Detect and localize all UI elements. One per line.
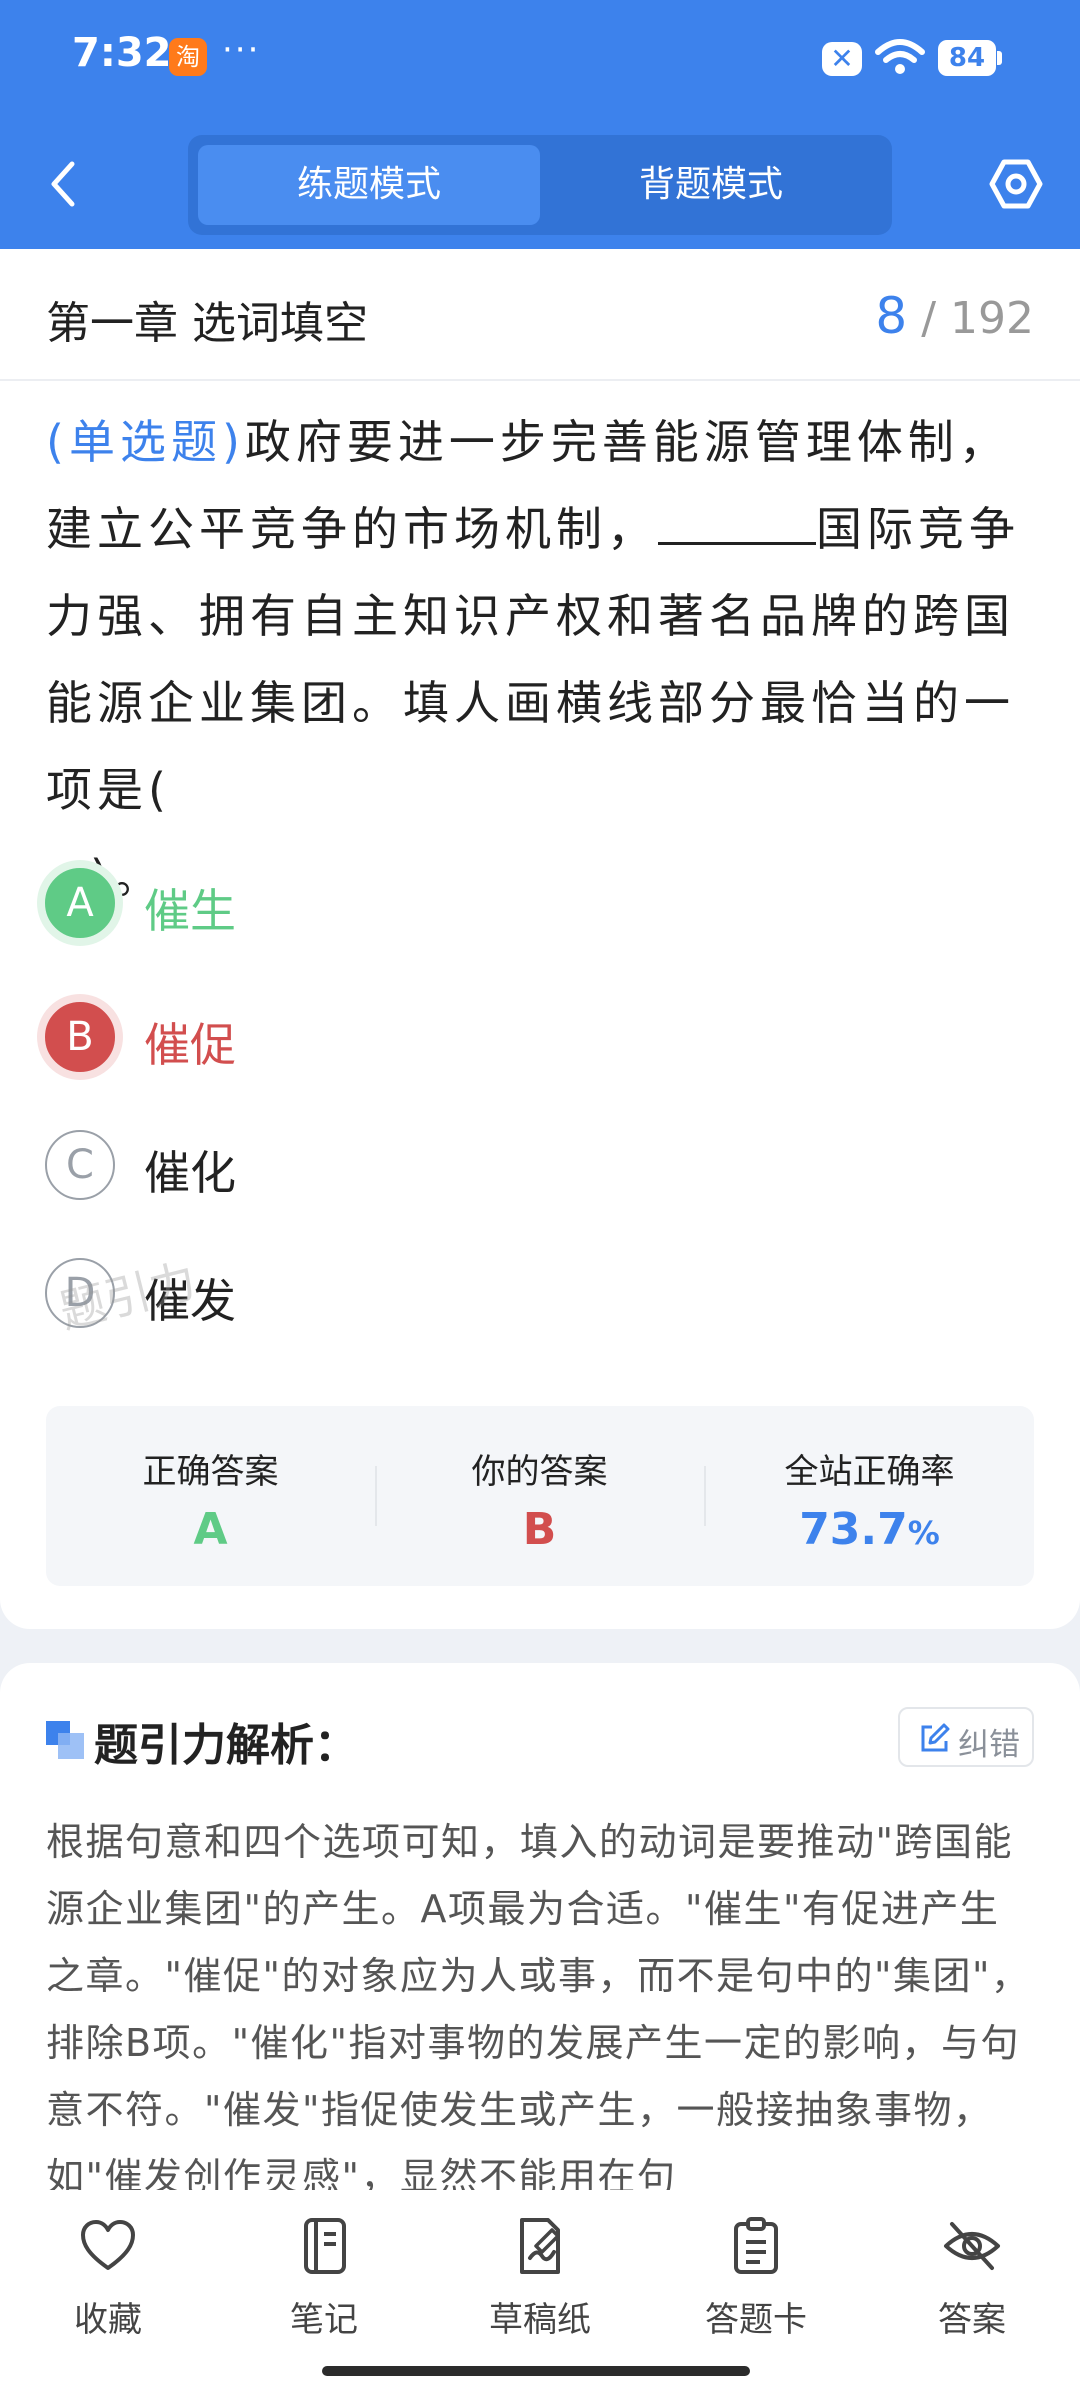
tab-memorize-mode[interactable]: 背题模式 — [540, 145, 882, 225]
option-letter: A — [45, 868, 115, 938]
question-stem: (单选题)政府要进一步完善能源管理体制，建立公平竞争的市场机制， 国际竞争力强、拥… — [46, 399, 1036, 921]
answer-sheet-icon — [734, 2217, 778, 2274]
explanation-body: 根据句意和四个选项可知，填入的动词是要推动"跨国能源企业集团"的产生。A项最为合… — [46, 1820, 1031, 2199]
settings-icon[interactable] — [988, 156, 1044, 212]
option-text: 催生 — [144, 884, 236, 938]
progress-separator: / — [921, 293, 937, 344]
accuracy-label: 全站正确率 — [784, 1452, 955, 1492]
question-blank — [658, 488, 816, 545]
notes-button[interactable]: 笔记 — [244, 2216, 404, 2346]
practice-page: 7:32 淘 ··· ✕ 84 练题模式 背题模式 第一章 选词填空 8 / 1… — [0, 0, 1080, 2400]
chapter-title: 第一章 选词填空 — [46, 298, 368, 349]
answer-sheet-button[interactable]: 答题卡 — [676, 2216, 836, 2346]
current-question-number: 8 — [875, 287, 908, 345]
question-type: (单选题) — [46, 415, 245, 469]
accuracy-unit: % — [907, 1514, 940, 1552]
accuracy-value: 73.7% — [705, 1504, 1034, 1555]
tab-practice-mode[interactable]: 练题模式 — [198, 145, 540, 225]
analysis-icon — [46, 1721, 84, 1759]
option-text: 催化 — [144, 1146, 236, 1200]
correct-answer-block: 正确答案 A — [46, 1406, 375, 1586]
accuracy-block: 全站正确率 73.7% — [705, 1406, 1034, 1586]
heart-icon — [81, 2220, 135, 2270]
draft-paper-icon — [520, 2218, 560, 2274]
status-time: 7:32 — [72, 30, 172, 76]
option-text: 催促 — [144, 1018, 236, 1072]
accuracy-number: 73.7 — [799, 1504, 908, 1555]
wifi-icon — [875, 39, 925, 74]
notebook-icon — [304, 2218, 346, 2274]
home-indicator[interactable] — [322, 2366, 750, 2376]
back-button[interactable] — [42, 156, 86, 212]
option-c[interactable]: C 催化 — [40, 1115, 540, 1215]
your-answer-label: 你的答案 — [471, 1452, 608, 1492]
your-answer-block: 你的答案 B — [375, 1406, 704, 1586]
favorite-label: 收藏 — [74, 2300, 142, 2340]
option-a[interactable]: A 催生 — [40, 853, 540, 953]
answer-summary: 正确答案 A 你的答案 B 全站正确率 73.7% — [46, 1406, 1034, 1586]
taobao-icon: 淘 — [169, 38, 207, 76]
favorite-button[interactable]: 收藏 — [28, 2216, 188, 2346]
option-letter: C — [45, 1130, 115, 1200]
question-progress[interactable]: 8 / 192 — [875, 287, 1034, 345]
answer-sheet-label: 答题卡 — [705, 2300, 807, 2340]
battery-indicator: 84 — [938, 40, 1002, 76]
mode-switch: 练题模式 背题模式 — [188, 135, 892, 235]
option-letter: B — [45, 1002, 115, 1072]
notes-label: 笔记 — [290, 2300, 358, 2340]
close-x-icon: ✕ — [822, 42, 862, 76]
answer-toggle-label: 答案 — [938, 2300, 1006, 2340]
draft-paper-button[interactable]: 草稿纸 — [460, 2216, 620, 2346]
eye-off-icon — [944, 2222, 1000, 2270]
correct-answer-label: 正确答案 — [142, 1452, 279, 1492]
your-answer-value: B — [522, 1504, 557, 1555]
top-bar: 7:32 淘 ··· ✕ 84 练题模式 背题模式 — [0, 0, 1080, 249]
option-b[interactable]: B 催促 — [40, 987, 540, 1087]
report-error-button[interactable]: 纠错 — [898, 1707, 1034, 1767]
answer-toggle-button[interactable]: 答案 — [892, 2216, 1052, 2346]
chapter-header: 第一章 选词填空 8 / 192 — [0, 249, 1080, 381]
draft-paper-label: 草稿纸 — [489, 2300, 591, 2340]
report-error-label: 纠错 — [958, 1727, 1020, 1763]
question-card: 第一章 选词填空 8 / 192 (单选题)政府要进一步完善能源管理体制，建立公… — [0, 249, 1080, 1629]
total-question-count: 192 — [950, 293, 1034, 344]
explanation-title: 题引力解析： — [94, 1720, 358, 1771]
edit-icon — [921, 1723, 950, 1752]
status-more-icon: ··· — [222, 30, 261, 70]
correct-answer-value: A — [193, 1504, 228, 1555]
